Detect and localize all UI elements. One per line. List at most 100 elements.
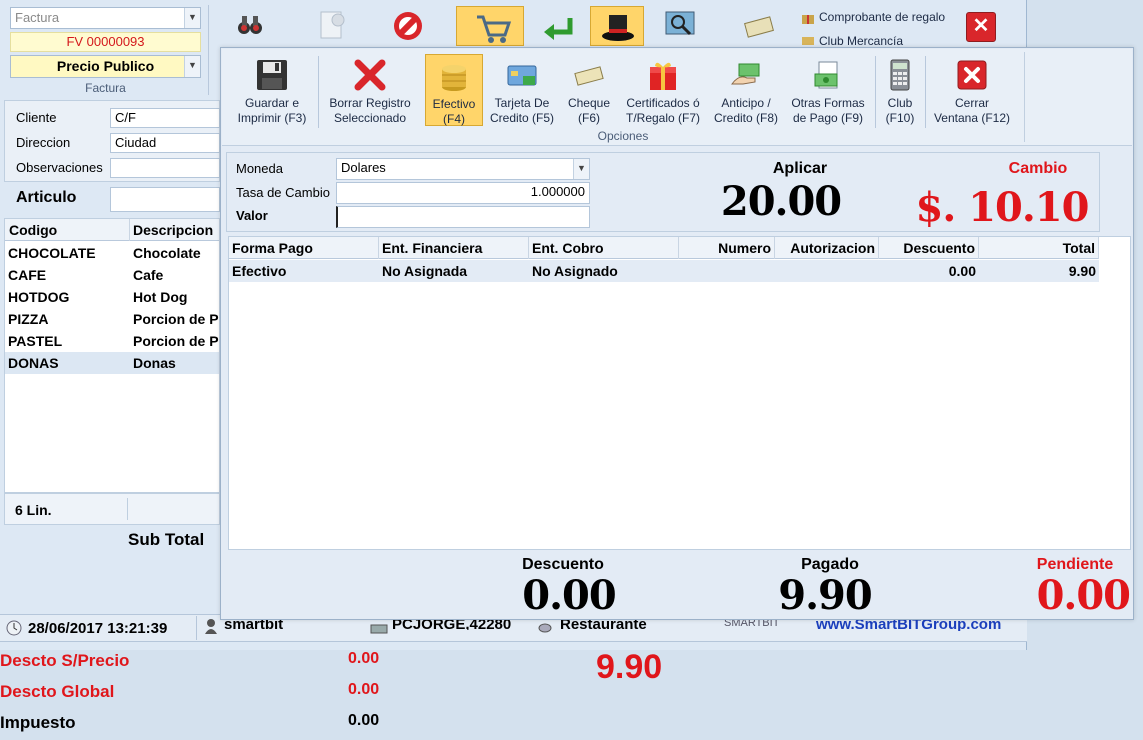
divider <box>875 56 876 128</box>
row-descripcion: Porcion de P <box>133 333 219 349</box>
close-window-icon[interactable]: ✕ <box>966 12 996 42</box>
credit-card-label-2: Credito (F5) <box>489 111 554 125</box>
delete-record-button[interactable]: Borrar Registro Seleccionado <box>326 58 414 126</box>
gift-certificate-label-1: Certificados ó <box>626 96 700 110</box>
row-descripcion: Chocolate <box>133 245 201 261</box>
cash-button[interactable]: Efectivo (F4) <box>425 54 483 126</box>
article-search-input[interactable] <box>110 187 220 212</box>
table-row[interactable]: CHOCOLATE Chocolate <box>5 242 219 264</box>
status-datetime: 28/06/2017 13:21:39 <box>28 620 168 637</box>
row-forma-pago: Efectivo <box>232 263 287 279</box>
other-payment-button[interactable]: Otras Formas de Pago (F9) <box>788 58 868 126</box>
client-label: Cliente <box>16 110 57 125</box>
options-group-label: Opciones <box>597 129 649 143</box>
row-autorizacion <box>775 260 879 282</box>
client-field[interactable]: C/F <box>110 108 220 128</box>
club-label-2: (F10) <box>885 111 915 125</box>
col-header-forma-pago[interactable]: Forma Pago <box>229 237 379 259</box>
binoculars-icon[interactable] <box>236 10 264 38</box>
table-row[interactable]: Efectivo No Asignada No Asignado 0.00 9.… <box>229 260 1099 282</box>
gift-certificate-button[interactable]: Certificados ó T/Regalo (F7) <box>622 58 704 126</box>
divider <box>925 56 926 128</box>
currency-value: Dolares <box>341 160 386 175</box>
check-icon <box>574 66 604 86</box>
observations-field[interactable] <box>110 158 220 178</box>
row-codigo: CHOCOLATE <box>8 245 96 261</box>
row-ent-cobro: No Asignado <box>532 263 618 279</box>
row-descuento: 0.00 <box>948 263 976 279</box>
cancel-icon[interactable] <box>392 10 424 42</box>
descto-precio-value: 0.00 <box>348 650 380 667</box>
status-pc: PCJORGE,42280 <box>392 620 512 630</box>
credit-card-button[interactable]: Tarjeta De Credito (F5) <box>487 58 557 126</box>
invoice-group-label: Factura <box>85 81 126 95</box>
gift-receipt-link[interactable]: Comprobante de regalo <box>819 10 945 24</box>
divider <box>208 5 209 95</box>
line-count: 6 Lin. <box>15 502 52 518</box>
zoom-monitor-icon[interactable] <box>664 10 696 40</box>
table-row[interactable]: HOTDOG Hot Dog <box>5 286 219 308</box>
hat-button[interactable] <box>590 6 644 46</box>
change-label: Cambio <box>1008 160 1068 177</box>
col-header-codigo[interactable]: Codigo <box>9 222 57 238</box>
chevron-down-icon[interactable]: ▼ <box>184 56 200 77</box>
col-header-total[interactable]: Total <box>979 237 1099 259</box>
col-header-autorizacion[interactable]: Autorizacion <box>775 237 879 259</box>
table-row[interactable]: DONAS Donas <box>5 352 219 374</box>
advance-credit-button[interactable]: Anticipo / Credito (F8) <box>711 58 781 126</box>
table-row[interactable]: PIZZA Porcion de P <box>5 308 219 330</box>
address-field[interactable]: Ciudad <box>110 133 220 153</box>
ticket-icon[interactable] <box>742 14 776 40</box>
club-button[interactable]: Club (F10) <box>880 58 920 126</box>
table-row[interactable]: PASTEL Porcion de P <box>5 330 219 352</box>
enter-arrow-icon[interactable] <box>540 14 576 44</box>
col-header-ent-cobro[interactable]: Ent. Cobro <box>529 237 679 259</box>
status-user: smartbit <box>224 620 284 630</box>
doc-type-select[interactable]: Factura ▼ <box>10 7 201 29</box>
gift-receipt-icon <box>800 11 816 25</box>
status-brand: SMARTBIT <box>724 620 780 629</box>
col-header-descripcion[interactable]: Descripcion <box>133 222 219 238</box>
col-header-numero[interactable]: Numero <box>679 237 775 259</box>
col-header-descuento[interactable]: Descuento <box>879 237 979 259</box>
cart-button[interactable] <box>456 6 524 46</box>
currency-select[interactable]: Dolares ▼ <box>336 158 590 180</box>
row-numero <box>679 260 775 282</box>
user-icon <box>204 618 218 634</box>
save-print-label-2: Imprimir (F3) <box>237 111 307 125</box>
delete-record-label-1: Borrar Registro <box>329 96 411 110</box>
hand-money-icon <box>731 63 760 85</box>
row-codigo: DONAS <box>8 355 59 371</box>
impuesto-value: 0.00 <box>348 712 380 729</box>
exchange-rate-field[interactable]: 1.000000 <box>336 182 590 204</box>
save-print-button[interactable]: Guardar e Imprimir (F3) <box>232 58 312 126</box>
descto-global-value: 0.00 <box>348 681 380 698</box>
subtotal-label: Sub Total <box>128 530 205 549</box>
chevron-down-icon[interactable]: ▼ <box>573 159 589 179</box>
club-icon <box>800 35 816 47</box>
receipt-money-icon <box>814 61 838 89</box>
cash-label-1: Efectivo <box>432 97 476 111</box>
row-codigo: PASTEL <box>8 333 63 349</box>
article-label: Articulo <box>16 189 77 206</box>
descto-global-label: Descto Global <box>0 682 115 701</box>
chevron-down-icon[interactable]: ▼ <box>184 8 200 28</box>
discount-value: 0.00 <box>522 572 616 619</box>
close-window-button[interactable]: Cerrar Ventana (F12) <box>932 58 1012 126</box>
price-list-select[interactable]: Precio Publico ▼ <box>10 55 201 78</box>
check-label-1: Cheque <box>567 96 611 110</box>
gift-certificate-label-2: T/Regalo (F7) <box>625 111 701 125</box>
table-row[interactable]: CAFE Cafe <box>5 264 219 286</box>
currency-label: Moneda <box>236 161 283 176</box>
value-input[interactable] <box>336 206 590 228</box>
website-link[interactable]: www.SmartBITGroup.com <box>816 620 1001 631</box>
col-header-ent-financiera[interactable]: Ent. Financiera <box>379 237 529 259</box>
club-merchandise-link[interactable]: Club Mercancía <box>819 34 903 48</box>
doc-type-value: Factura <box>15 10 60 25</box>
paid-value: 9.90 <box>778 572 872 619</box>
top-hat-icon <box>602 15 634 41</box>
check-button[interactable]: Cheque (F6) <box>562 58 616 126</box>
status-area: Restaurante <box>560 620 647 630</box>
new-document-icon[interactable] <box>318 10 346 40</box>
close-window-label-1: Cerrar <box>954 96 989 110</box>
